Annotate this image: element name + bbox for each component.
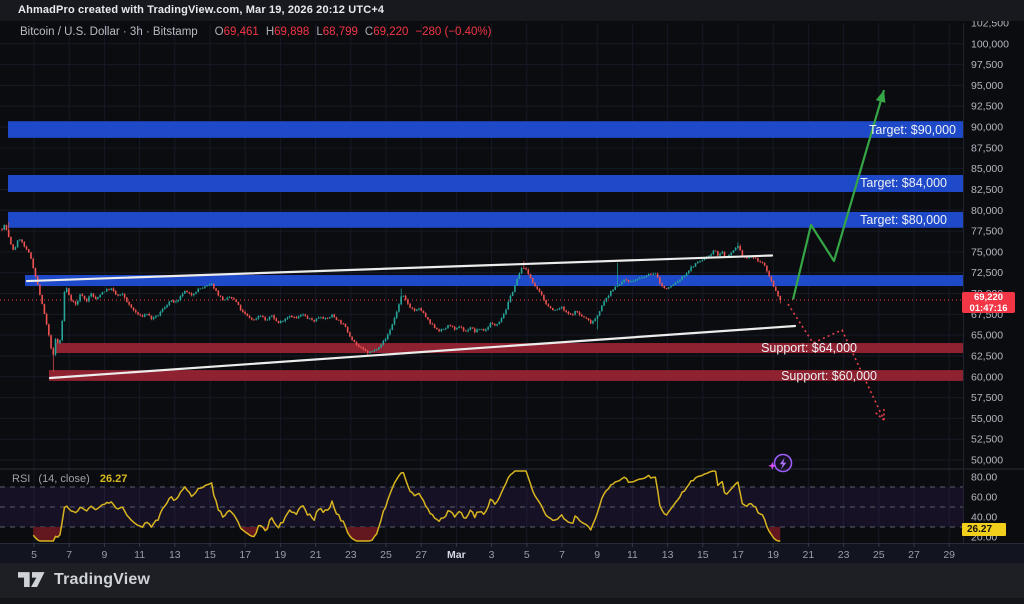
high-value: 69,898 [274,26,309,38]
price-tick-label: 97,500 [971,59,1003,71]
current-price-value: 69,220 [962,293,1015,304]
open-value: 69,461 [224,26,259,38]
time-tick-label: 27 [415,549,427,561]
time-tick-label: 5 [524,549,530,561]
ohlc-values: O69,461H69,898L68,799C69,220−280 (−0.40%… [208,26,492,38]
price-tick-label: 92,500 [971,101,1003,113]
time-tick-label: 17 [239,549,251,561]
support-64000-label: Support: $64,000 [761,341,857,355]
time-tick-label: 11 [134,549,145,561]
bullish-arrowhead [876,90,886,103]
rsi-title: RSI [12,473,30,485]
time-tick-label: 29 [943,549,955,561]
price-tick-label: 77,500 [971,226,1003,238]
symbol-title[interactable]: Bitcoin / U.S. Dollar · 3h · Bitstamp [20,26,198,38]
time-tick-label: 15 [204,549,216,561]
price-tick-label: 65,000 [971,330,1003,342]
price-tick-label: 82,500 [971,184,1003,196]
time-tick-label: 25 [380,549,392,561]
bar-countdown: 01:47:16 [962,304,1015,315]
time-tick-label: 23 [838,549,850,561]
support-60000-label: Support: $60,000 [781,369,877,383]
time-tick-label: 19 [767,549,779,561]
time-tick-label: 13 [662,549,674,561]
time-tick-label: 11 [627,549,638,561]
time-tick-label: 25 [873,549,885,561]
change-value: −280 (−0.40%) [415,26,491,38]
price-tick-label: 60,000 [971,371,1003,383]
price-tick-label: 80,000 [971,205,1003,217]
high-label: H [266,26,274,38]
time-tick-label: 7 [559,549,565,561]
tradingview-logo-text: TradingView [54,571,150,589]
time-tick-label: 17 [732,549,744,561]
price-tick-label: 95,000 [971,80,1003,92]
time-tick-label: 27 [908,549,920,561]
time-tick-label: 13 [169,549,181,561]
bearish-arrowhead [876,413,884,420]
rsi-axis-label: 26.27 [962,523,1006,536]
rsi-current-value: 26.27 [100,473,128,485]
time-tick-label: 21 [803,549,815,561]
time-tick-label: Mar [447,549,466,561]
window-bottom-edge [0,598,1024,604]
time-tick-label: 9 [101,549,107,561]
rsi-params: (14, close) [38,473,89,485]
target-band [8,175,963,192]
time-tick-label: 23 [345,549,357,561]
price-tick-label: 72,500 [971,267,1003,279]
rsi-tick-label: 40.00 [971,512,997,524]
bearish-projection-line[interactable] [788,304,884,420]
price-tick-label: 55,000 [971,413,1003,425]
time-tick-label: 19 [275,549,287,561]
target-80000-label: Target: $80,000 [860,213,947,227]
time-tick-label: 15 [697,549,709,561]
target-90000-label: Target: $90,000 [869,123,956,137]
rsi-tick-label: 80.00 [971,472,997,484]
close-label: C [365,26,373,38]
price-tick-label: 62,500 [971,350,1003,362]
price-axis[interactable]: 102,500100,00097,50095,00092,50090,00087… [971,18,1009,544]
time-tick-label: 21 [310,549,322,561]
rsi-tick-label: 60.00 [971,492,997,504]
time-tick-label: 9 [594,549,600,561]
tradingview-published-chart: AhmadPro created with TradingView.com, M… [0,0,1024,604]
price-tick-label: 87,500 [971,142,1003,154]
symbol-legend[interactable]: Bitcoin / U.S. Dollar · 3h · BitstampO69… [20,26,492,38]
tradingview-logo[interactable]: TradingView [18,571,150,589]
price-tick-label: 50,000 [971,454,1003,466]
target-band [8,212,963,228]
current-price-label: 69,220 01:47:16 [962,292,1015,313]
tradingview-logo-icon [18,571,45,589]
price-chart[interactable]: 102,500100,00097,50095,00092,50090,00087… [0,0,1024,604]
footer-bar: TradingView [0,563,1024,604]
price-tick-label: 100,000 [971,38,1009,50]
time-axis-labels[interactable]: 5 7 9 11 13 15 17 19 21 23 25 27 Mar 3 5 7 9 11 13 15 17 19 21… [31,543,955,561]
price-tick-label: 57,500 [971,392,1003,404]
time-tick-label: 3 [489,549,495,561]
time-tick-label: 7 [66,549,72,561]
attribution-bar: AhmadPro created with TradingView.com, M… [0,0,1024,21]
price-tick-label: 85,000 [971,163,1003,175]
time-tick-label: 5 [31,549,37,561]
target-84000-label: Target: $84,000 [860,176,947,190]
low-value: 68,799 [323,26,358,38]
attribution-text: AhmadPro created with TradingView.com, M… [18,4,384,16]
open-label: O [215,26,224,38]
price-tick-label: 90,000 [971,122,1003,134]
price-tick-label: 75,000 [971,246,1003,258]
close-value: 69,220 [373,26,408,38]
target-band [8,121,963,138]
price-tick-label: 52,500 [971,434,1003,446]
rsi-legend[interactable]: RSI (14, close) 26.27 [12,473,127,485]
